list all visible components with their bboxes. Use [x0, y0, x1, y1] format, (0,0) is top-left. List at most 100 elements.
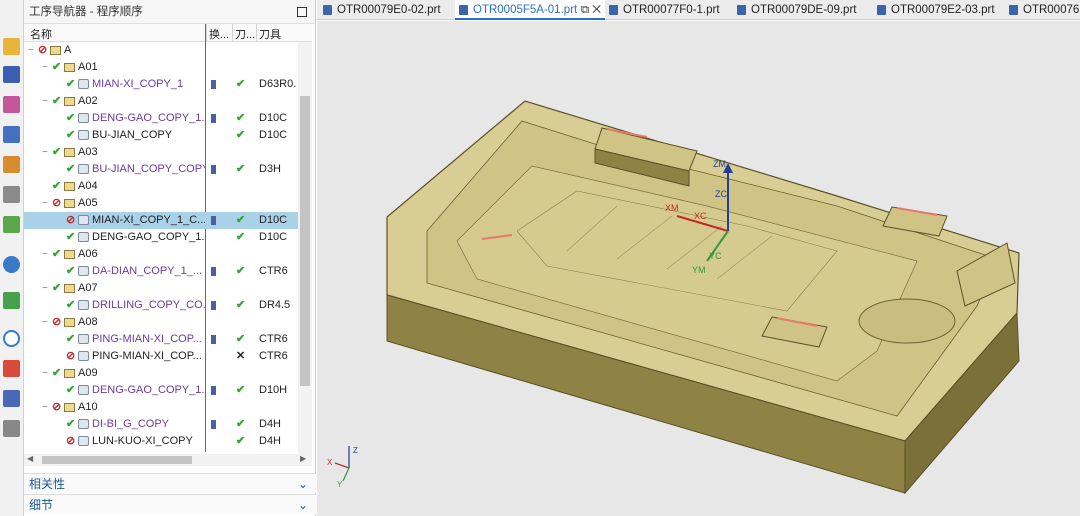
program-group-row[interactable]: − ✔ A07: [24, 280, 298, 297]
vertical-scroll-thumb[interactable]: [300, 96, 310, 386]
operation-row[interactable]: ✔ MIAN-XI_COPY_1 ✔ D63R0...: [24, 76, 298, 93]
row-name: DENG-GAO_COPY_1...: [92, 112, 205, 124]
reuse-library-icon[interactable]: [3, 186, 20, 203]
document-tabs: OTR00079E0-02.prt OTR0005F5A-01.prt ⧉ ✕ O…: [317, 0, 1080, 20]
program-group-row[interactable]: − ✔ A02: [24, 93, 298, 110]
program-folder-icon: [64, 97, 75, 106]
status-regenerate-icon: ⊘: [52, 197, 62, 209]
operation-row[interactable]: ✔ DA-DIAN_COPY_1_... ✔ CTR6: [24, 263, 298, 280]
status-complete-icon: ✔: [52, 61, 62, 73]
column-toolpath[interactable]: 刀...: [235, 26, 255, 42]
operation-icon: [78, 419, 89, 429]
column-tool[interactable]: 刀具: [259, 26, 281, 42]
roles-icon[interactable]: [3, 390, 20, 407]
chevron-down-icon[interactable]: ⌄: [298, 495, 308, 515]
tab-file-3[interactable]: OTR00077F0-1.prt: [605, 0, 729, 20]
program-group-row[interactable]: − ⊘ A: [24, 42, 298, 59]
operation-row[interactable]: ✔ DI-BI_G_COPY ✔ D4H: [24, 416, 298, 433]
tool-name: D4H: [259, 435, 282, 447]
program-group-row[interactable]: − ✔ A06: [24, 246, 298, 263]
program-group-row[interactable]: − ⊘ A08: [24, 314, 298, 331]
operation-row[interactable]: ✔ BU-JIAN_COPY_COPY ✔ D3H: [24, 161, 298, 178]
program-folder-icon: [64, 148, 75, 157]
toolpath-ok-icon: ✔: [236, 299, 246, 311]
operation-row[interactable]: ⊘ MIAN-XI_COPY_1_C... ✔ D10C: [24, 212, 298, 229]
web-browser-icon[interactable]: [3, 256, 20, 273]
operation-row[interactable]: ✔ DRILLING_COPY_CO... ✔ DR4.5: [24, 297, 298, 314]
tab-file-1[interactable]: OTR00079E0-02.prt: [319, 0, 451, 20]
column-change[interactable]: 换...: [209, 26, 229, 42]
tab-file-5[interactable]: OTR00079E2-03.prt: [873, 0, 1005, 20]
toolpath-ok-icon: ✔: [236, 265, 246, 277]
row-name: DENG-GAO_COPY_1...: [92, 231, 205, 243]
row-name: MIAN-XI_COPY_1_C...: [92, 214, 205, 226]
navigator-title: 工序导航器 - 程序顺序: [29, 6, 143, 18]
program-group-row[interactable]: − ✔ A03: [24, 144, 298, 161]
program-folder-icon: [64, 403, 75, 412]
tab-close-icon[interactable]: ⧉ ✕: [581, 0, 601, 20]
operation-icon: [78, 79, 89, 89]
tab-file-4[interactable]: OTR00079DE-09.prt: [733, 0, 869, 20]
part-model[interactable]: ZM ZC XM XC YC YM Z X Y: [317, 21, 1080, 516]
triad-y-axis: [342, 467, 350, 482]
maximize-icon[interactable]: [297, 7, 307, 17]
vertical-scrollbar[interactable]: [298, 42, 312, 454]
part-navigator-icon[interactable]: [3, 96, 20, 113]
collapse-toggle-icon[interactable]: −: [42, 246, 50, 263]
row-name: BU-JIAN_COPY_COPY: [92, 163, 205, 175]
system-scene-icon[interactable]: [3, 420, 20, 437]
collapse-toggle-icon[interactable]: −: [42, 59, 50, 76]
collapse-toggle-icon[interactable]: −: [42, 195, 50, 212]
resource-bar: [0, 0, 24, 516]
details-panel[interactable]: 细节 ⌄: [24, 494, 316, 514]
palette-icon[interactable]: [3, 360, 20, 377]
horizontal-scroll-thumb[interactable]: [42, 456, 192, 464]
collapse-toggle-icon[interactable]: −: [42, 144, 50, 161]
status-regenerate-icon: ⊘: [66, 435, 76, 447]
program-group-row[interactable]: ✔ A04: [24, 178, 298, 195]
collapse-toggle-icon[interactable]: −: [28, 42, 36, 59]
clock-icon[interactable]: [3, 330, 20, 347]
collapse-toggle-icon[interactable]: −: [42, 93, 50, 110]
program-folder-icon: [64, 318, 75, 327]
operation-icon: [78, 266, 89, 276]
column-name[interactable]: 名称: [30, 26, 52, 42]
graphics-viewport[interactable]: ZM ZC XM XC YC YM Z X Y: [317, 21, 1080, 516]
operation-row[interactable]: ✔ PING-MIAN-XI_COP... ✔ CTR6: [24, 331, 298, 348]
hd3d-tools-icon[interactable]: [3, 216, 20, 233]
chevron-down-icon[interactable]: ⌄: [298, 474, 308, 494]
collapse-toggle-icon[interactable]: −: [42, 399, 50, 416]
scroll-left-icon[interactable]: ◀: [27, 454, 33, 463]
collapse-toggle-icon[interactable]: −: [42, 280, 50, 297]
operation-row[interactable]: ⊘ LUN-KUO-XI_COPY ✔ D4H: [24, 433, 298, 450]
toolpath-ok-icon: ✔: [236, 78, 246, 90]
horizontal-scrollbar[interactable]: ◀ ▶: [24, 454, 312, 466]
machine-navigator-icon[interactable]: [3, 156, 20, 173]
relevance-panel[interactable]: 相关性 ⌄: [24, 473, 316, 493]
program-folder-icon: [64, 250, 75, 259]
collapse-toggle-icon[interactable]: −: [42, 314, 50, 331]
tool-change-icon: [211, 386, 216, 395]
tab-file-2[interactable]: OTR0005F5A-01.prt ⧉ ✕: [455, 0, 605, 20]
operation-row[interactable]: ✔ DENG-GAO_COPY_1... ✔ D10C: [24, 229, 298, 246]
program-group-row[interactable]: − ✔ A09: [24, 365, 298, 382]
status-complete-icon: ✔: [52, 146, 62, 158]
tab-file-6[interactable]: OTR00076E: [1005, 0, 1080, 20]
collapse-toggle-icon[interactable]: −: [42, 365, 50, 382]
program-group-row[interactable]: − ✔ A01: [24, 59, 298, 76]
operation-navigator-icon[interactable]: [3, 126, 20, 143]
program-group-row[interactable]: − ⊘ A10: [24, 399, 298, 416]
tool-change-icon: [211, 165, 216, 174]
status-complete-icon: ✔: [52, 248, 62, 260]
scroll-right-icon[interactable]: ▶: [300, 454, 306, 463]
operation-row[interactable]: ⊘ PING-MIAN-XI_COP... ✕ CTR6: [24, 348, 298, 365]
operation-row[interactable]: ✔ DENG-GAO_COPY_1... ✔ D10H: [24, 382, 298, 399]
constraint-navigator-icon[interactable]: [3, 66, 20, 83]
history-icon[interactable]: [3, 292, 20, 309]
assembly-navigator-icon[interactable]: [3, 38, 20, 55]
operation-row[interactable]: ✔ DENG-GAO_COPY_1... ✔ D10C: [24, 110, 298, 127]
operation-row[interactable]: ✔ BU-JIAN_COPY ✔ D10C: [24, 127, 298, 144]
program-group-row[interactable]: − ⊘ A05: [24, 195, 298, 212]
tool-name: CTR6: [259, 350, 288, 362]
operation-icon: [78, 385, 89, 395]
